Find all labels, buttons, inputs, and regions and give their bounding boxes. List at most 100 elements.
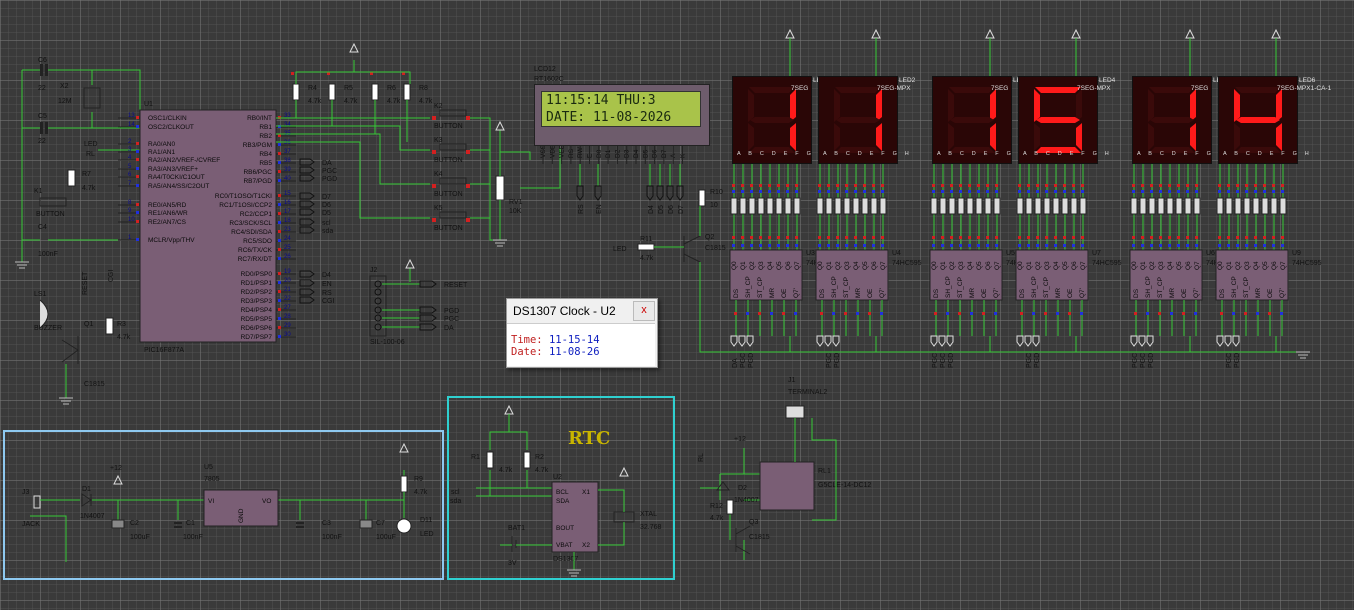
mcu-right-pin: RD6/PSP6 — [241, 325, 273, 332]
connector-j2[interactable]: J2 SIL-100-06 RESET PGDPGC DA — [369, 258, 468, 346]
shift-register-pin: OE — [981, 288, 988, 298]
shift-register-output-pin: Q0 — [731, 261, 738, 270]
shift-register-ref: U7 — [1092, 250, 1101, 257]
d11-ref: D11 — [420, 517, 432, 524]
resistor-value: 4.7k — [419, 98, 433, 105]
r1-ref: R1 — [471, 454, 480, 461]
lcd-net-label: D7 — [678, 205, 685, 214]
lcd-ref: LCD12 — [534, 66, 556, 73]
shift-register-net: PGD — [948, 353, 955, 368]
lcd-net-label: RS — [578, 204, 585, 214]
mcu-net-label: DA — [322, 160, 332, 167]
mcu-right-pin: RB6/PGC — [243, 169, 272, 176]
rv1-ref: RV1 — [509, 199, 523, 206]
popup-title: DS1307 Clock - U2 — [513, 304, 616, 318]
r3-label: R3 — [117, 321, 126, 328]
r12-value: 4.7k — [710, 515, 724, 522]
shift-register-pin: DS — [1019, 288, 1026, 298]
segment-g — [1036, 117, 1080, 123]
mcu-left-pin: RA1/AN1 — [148, 149, 175, 156]
mcu-right-pin: RD3/PSP3 — [241, 298, 273, 305]
x2-label: X2 — [60, 83, 69, 90]
time-value: 11-15-14 — [548, 334, 600, 346]
shift-register-pin: DS — [1133, 288, 1140, 298]
button-label: BUTTON — [434, 225, 463, 232]
lcd-module[interactable]: 11:15:14 THU:3 DATE: 11-08-2026 — [534, 84, 710, 146]
r10-ref: R10 — [710, 189, 723, 196]
j2-part: SIL-100-06 — [370, 339, 405, 346]
close-button[interactable]: x — [633, 301, 655, 321]
mcu-pic16f877a[interactable]: U1 PIC16F877A OSC1/CLKIN13OSC2/CLKOUT14R… — [118, 101, 296, 354]
mcu-left-pin: RA2/AN2/VREF-/CVREF — [148, 157, 220, 164]
shift-register-output-pin: Q3 — [1044, 261, 1051, 270]
shift-register-output-pin: Q6 — [1271, 261, 1278, 270]
bat1-value: 3V — [508, 560, 517, 567]
shift-register-pin: SH_CP — [1231, 276, 1238, 298]
segment-a — [949, 87, 995, 93]
shift-register-pin: Q7' — [879, 288, 886, 298]
shift-register-output-pin: Q7 — [1280, 261, 1287, 270]
shift-register-net: PGD — [1148, 353, 1155, 368]
display-segment-pins: A B C D E F G H — [1223, 151, 1312, 157]
u2-bout-pin: BOUT — [556, 525, 574, 532]
bat1-ref: BAT1 — [508, 525, 525, 532]
shift-register-pin: Q7' — [993, 288, 1000, 298]
shift-register-output-pin: Q3 — [844, 261, 851, 270]
shift-register-pin: SH_CP — [745, 276, 752, 298]
shift-register-output-pin: Q4 — [767, 261, 774, 270]
segment-g — [950, 117, 994, 123]
shift-register-output-pin: Q0 — [931, 261, 938, 270]
r9-ref: R9 — [414, 476, 423, 483]
shift-register-output-pin: Q6 — [1071, 261, 1078, 270]
display-part: 7SEG-MPX — [1077, 85, 1111, 92]
j2-ref: J2 — [370, 267, 378, 274]
c7-value: 100uF — [376, 534, 396, 541]
mcu-net-label: sda — [322, 228, 333, 235]
display-part: 7SEG-MPX — [877, 85, 911, 92]
shift-register-output-pin: Q7 — [794, 261, 801, 270]
segment-b — [990, 89, 996, 122]
mcu-net-label: scl — [322, 220, 331, 227]
lcd-line-1: 11:15:14 THU:3 — [546, 93, 656, 108]
shift-register-output-pin: Q7 — [1080, 261, 1087, 270]
segment-c — [1276, 123, 1282, 151]
display-part: 7SEG — [791, 85, 809, 92]
shift-register-output-pin: Q2 — [749, 261, 756, 270]
mcu-left-pin: RA4/T0CKI/C1OUT — [148, 174, 205, 181]
q2-part: C1815 — [705, 245, 726, 252]
seven-segment-display: LED4 7SEG-MPX A B C D E F G H — [1018, 76, 1115, 164]
shift-register-output-pin: Q1 — [826, 261, 833, 270]
shift-register-output-pin: Q7 — [994, 261, 1001, 270]
mcu-left-pin: OSC1/CLKIN — [148, 115, 187, 122]
shift-register-pin: DS — [1219, 288, 1226, 298]
segment-a — [1149, 87, 1195, 93]
mcu-right-pin: RB3/PGM — [243, 142, 272, 149]
shift-register-output-pin: Q6 — [1185, 261, 1192, 270]
q3-part: C1815 — [749, 534, 770, 541]
date-label: Date: — [511, 346, 543, 358]
d2-part: 1N4007 — [734, 497, 759, 504]
shift-register-output-pin: Q0 — [1217, 261, 1224, 270]
mcu-left-pin: RE1/AN6/WR — [148, 210, 188, 217]
date-value: 11-08-26 — [548, 346, 600, 358]
u5-part: 7805 — [204, 476, 220, 483]
shift-register-net: DA — [732, 358, 739, 368]
relay-plus12: +12 — [734, 436, 746, 443]
c6-label: C6 — [38, 57, 47, 64]
r3-value: 4.7k — [117, 334, 131, 341]
mcu-net-label: CGI — [322, 298, 335, 305]
u2-vbat-pin: VBAT — [556, 542, 573, 549]
q1-label: Q1 — [84, 321, 93, 328]
shift-register-pin: MR — [769, 288, 776, 298]
ds1307-clock-window[interactable]: DS1307 Clock - U2 x Time: 11-15-14 Date:… — [506, 298, 658, 368]
r7-value: 4.7k — [82, 185, 96, 192]
shift-register-pin: SH_CP — [831, 276, 838, 298]
shift-register-output-pin: Q7 — [1194, 261, 1201, 270]
pushbuttons[interactable]: K2 BUTTON K3 BUTTON K4 BUTTON K5 BUTTON — [432, 103, 470, 232]
mcu-right-pin: RC0/T1OSO/T1CKI — [215, 193, 272, 200]
shift-register-output-pin: Q1 — [740, 261, 747, 270]
segment-b — [1276, 89, 1282, 122]
segment-e — [1148, 123, 1154, 151]
mcu-right-pin: RB0/INT — [247, 115, 272, 122]
time-label: Time: — [511, 334, 543, 346]
